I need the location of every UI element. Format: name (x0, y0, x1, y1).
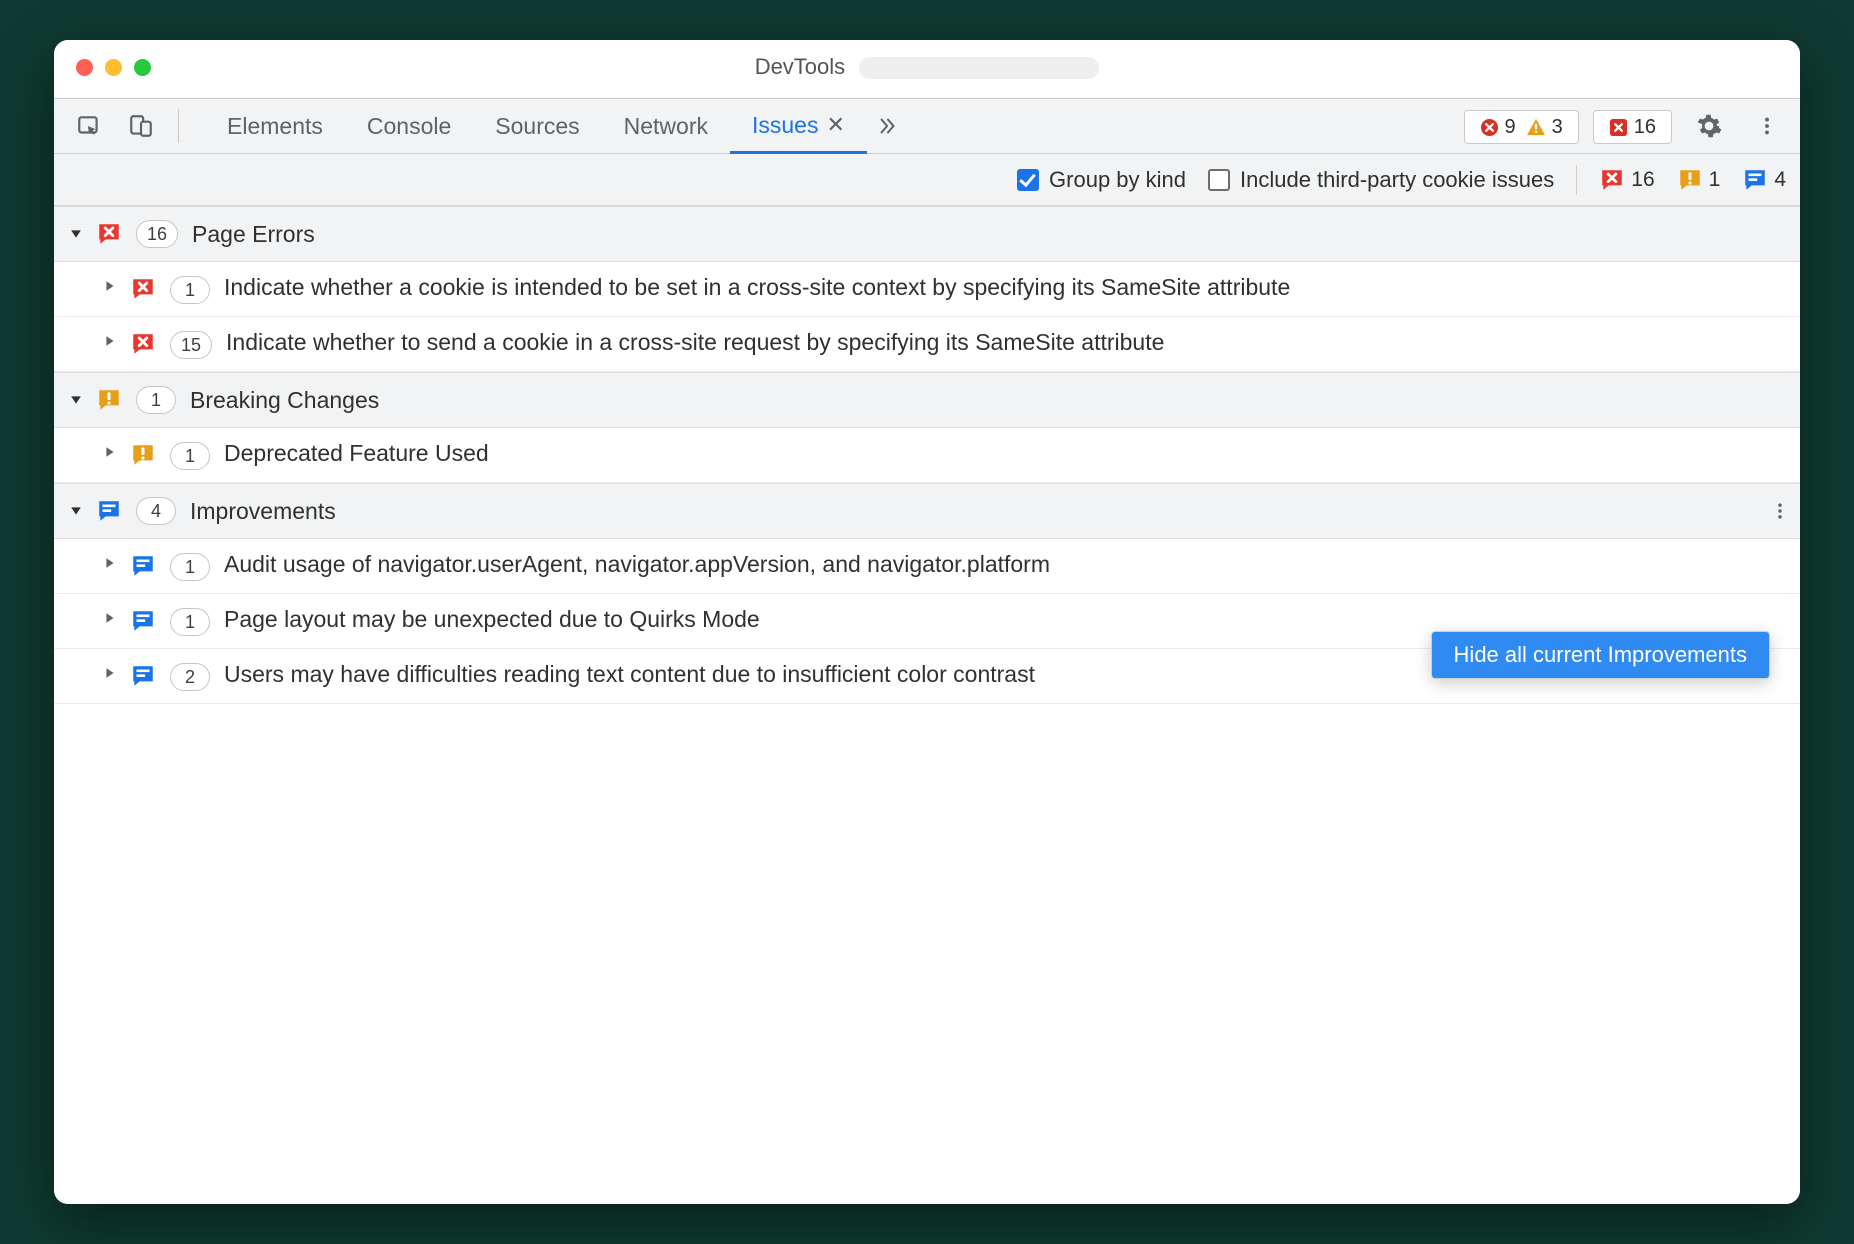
issue-count-badge: 15 (170, 331, 212, 359)
window-title: DevTools (755, 54, 845, 79)
issue-item[interactable]: 1 Audit usage of navigator.userAgent, nav… (54, 539, 1800, 594)
issues-status-pill[interactable]: 16 (1593, 110, 1672, 144)
tab-issues[interactable]: Issues ✕ (730, 99, 867, 154)
error-icon (1480, 118, 1499, 137)
issue-kind-icon (96, 498, 122, 524)
error-count[interactable]: 16 (1599, 167, 1654, 193)
tab-console[interactable]: Console (345, 99, 473, 153)
tab-elements[interactable]: Elements (205, 99, 345, 153)
context-menu-item-hide-improvements[interactable]: Hide all current Improvements (1432, 632, 1769, 678)
close-tab-icon[interactable]: ✕ (826, 112, 844, 138)
group-title: Improvements (190, 498, 336, 525)
issue-item[interactable]: 1 Deprecated Feature Used (54, 428, 1800, 483)
settings-button[interactable] (1686, 99, 1732, 153)
disclosure-triangle-icon (104, 280, 116, 292)
group-title: Breaking Changes (190, 387, 379, 414)
issue-count-badge: 16 (136, 220, 178, 248)
group-menu-button[interactable] (1770, 499, 1790, 523)
issue-count-badge: 1 (170, 608, 210, 636)
checkbox-label: Group by kind (1049, 167, 1186, 193)
group-header[interactable]: 1 Breaking Changes (54, 372, 1800, 428)
issue-count-badge: 4 (136, 497, 176, 525)
disclosure-triangle-icon (70, 505, 82, 517)
console-status-pill[interactable]: 9 3 (1464, 110, 1579, 144)
issue-kind-icon (130, 442, 156, 468)
issues-list: 16 Page Errors 1 Indicate whether a cookie … (54, 206, 1800, 1204)
group-header[interactable]: 4 Improvements (54, 483, 1800, 539)
devtools-window: DevTools Elements Console Sources Networ… (54, 40, 1800, 1204)
group-title: Page Errors (192, 221, 315, 248)
inspect-element-button[interactable] (70, 99, 108, 153)
issue-title: Indicate whether a cookie is intended to… (224, 272, 1784, 303)
issue-count-badge: 1 (136, 386, 176, 414)
context-menu: Hide all current Improvements (1431, 631, 1770, 679)
device-mode-button[interactable] (122, 99, 160, 153)
tab-network[interactable]: Network (602, 99, 730, 153)
issue-kind-icon (130, 608, 156, 634)
main-toolbar: Elements Console Sources Network Issues … (54, 98, 1800, 154)
tip-count[interactable]: 4 (1742, 167, 1786, 193)
issue-count-badge: 2 (170, 663, 210, 691)
issue-kind-icon (130, 331, 156, 357)
checkbox-label: Include third-party cookie issues (1240, 167, 1554, 193)
warning-count[interactable]: 1 (1677, 167, 1721, 193)
issue-title: Audit usage of navigator.userAgent, navi… (224, 549, 1784, 580)
window-title-redacted (859, 57, 1099, 79)
tab-sources[interactable]: Sources (473, 99, 601, 153)
disclosure-triangle-icon (104, 335, 116, 347)
issue-item[interactable]: 15 Indicate whether to send a cookie in a… (54, 317, 1800, 372)
group-by-kind-checkbox[interactable]: Group by kind (1017, 167, 1186, 193)
issue-kind-icon (130, 663, 156, 689)
disclosure-triangle-icon (104, 557, 116, 569)
disclosure-triangle-icon (70, 394, 82, 406)
issues-filter-bar: Group by kind Include third-party cookie… (54, 154, 1800, 206)
issue-item[interactable]: 1 Indicate whether a cookie is intended t… (54, 262, 1800, 317)
error-square-icon (1609, 118, 1628, 137)
more-tabs-button[interactable] (867, 99, 909, 153)
include-third-party-checkbox[interactable]: Include third-party cookie issues (1208, 167, 1554, 193)
toolbar-separator (178, 109, 179, 143)
disclosure-triangle-icon (104, 667, 116, 679)
disclosure-triangle-icon (70, 228, 82, 240)
issue-title: Deprecated Feature Used (224, 438, 1784, 469)
warning-icon (1526, 118, 1546, 136)
titlebar: DevTools (54, 40, 1800, 98)
issue-kind-icon (130, 276, 156, 302)
panel-tabs: Elements Console Sources Network Issues … (197, 99, 909, 153)
checkbox-icon (1017, 169, 1039, 191)
issue-count-badge: 1 (170, 553, 210, 581)
disclosure-triangle-icon (104, 446, 116, 458)
issue-title: Indicate whether to send a cookie in a c… (226, 327, 1784, 358)
group-header[interactable]: 16 Page Errors (54, 206, 1800, 262)
checkbox-icon (1208, 169, 1230, 191)
issue-kind-icon (96, 221, 122, 247)
issue-count-badge: 1 (170, 276, 210, 304)
disclosure-triangle-icon (104, 612, 116, 624)
issue-kind-icon (130, 553, 156, 579)
main-menu-button[interactable] (1746, 99, 1788, 153)
issue-count-badge: 1 (170, 442, 210, 470)
issue-kind-icon (96, 387, 122, 413)
filter-separator (1576, 165, 1577, 195)
